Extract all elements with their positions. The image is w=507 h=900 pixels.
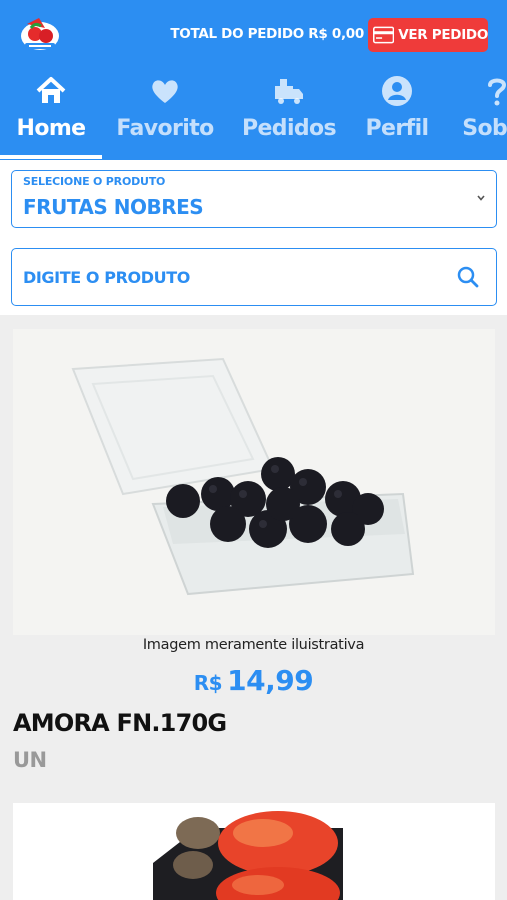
main-nav: Home Favorito Pedidos Perfil Sob [0, 68, 507, 160]
nav-label-favorito: Favorito [116, 116, 214, 141]
app-header: TOTAL DO PEDIDO R$ 0,00 VER PEDIDO Home … [0, 0, 507, 160]
nav-item-pedidos[interactable]: Pedidos [242, 68, 337, 160]
nav-item-favorito[interactable]: Favorito [116, 68, 214, 160]
store-logo-icon[interactable] [19, 14, 61, 56]
product-name[interactable]: AMORA FN.170G [13, 709, 227, 737]
view-order-label: VER PEDIDO [398, 27, 488, 43]
nav-label-sobre: Sobre [462, 116, 507, 141]
price-currency: R$ [193, 671, 223, 695]
chevron-down-icon [477, 195, 485, 201]
search-icon[interactable] [456, 265, 480, 289]
blackberry-package-image [13, 329, 495, 635]
home-icon [36, 77, 66, 103]
product-image[interactable] [13, 803, 495, 900]
product-image[interactable] [13, 329, 495, 635]
nav-item-home[interactable]: Home [16, 68, 87, 160]
heart-icon [152, 80, 178, 103]
cashew-fruit-image [13, 803, 495, 900]
truck-icon [275, 79, 303, 104]
nav-label-perfil: Perfil [365, 116, 430, 141]
help-icon [488, 78, 507, 106]
active-tab-indicator [0, 155, 102, 159]
search-placeholder: DIGITE O PRODUTO [23, 268, 190, 287]
nav-item-perfil[interactable]: Perfil [365, 68, 430, 160]
image-disclaimer: Imagem meramente iluistrativa [142, 637, 365, 653]
order-total-label: TOTAL DO PEDIDO R$ 0,00 [170, 26, 364, 42]
filters-panel: SELECIONE O PRODUTO FRUTAS NOBRES DIGITE… [0, 160, 507, 315]
view-order-button[interactable]: VER PEDIDO [368, 18, 488, 52]
price-amount: 14,99 [227, 664, 314, 697]
select-label: SELECIONE O PRODUTO [23, 175, 166, 188]
card-icon [373, 26, 395, 44]
product-price: R$ 14,99 [0, 664, 507, 697]
user-icon [382, 76, 412, 106]
select-value: FRUTAS NOBRES [23, 195, 204, 219]
nav-label-home: Home [16, 116, 87, 141]
product-category-select[interactable]: SELECIONE O PRODUTO FRUTAS NOBRES [11, 170, 497, 228]
product-search-input[interactable]: DIGITE O PRODUTO [11, 248, 497, 306]
nav-label-pedidos: Pedidos [241, 116, 337, 141]
product-unit: UN [13, 748, 47, 772]
nav-item-sobre[interactable]: Sobre [462, 68, 507, 160]
